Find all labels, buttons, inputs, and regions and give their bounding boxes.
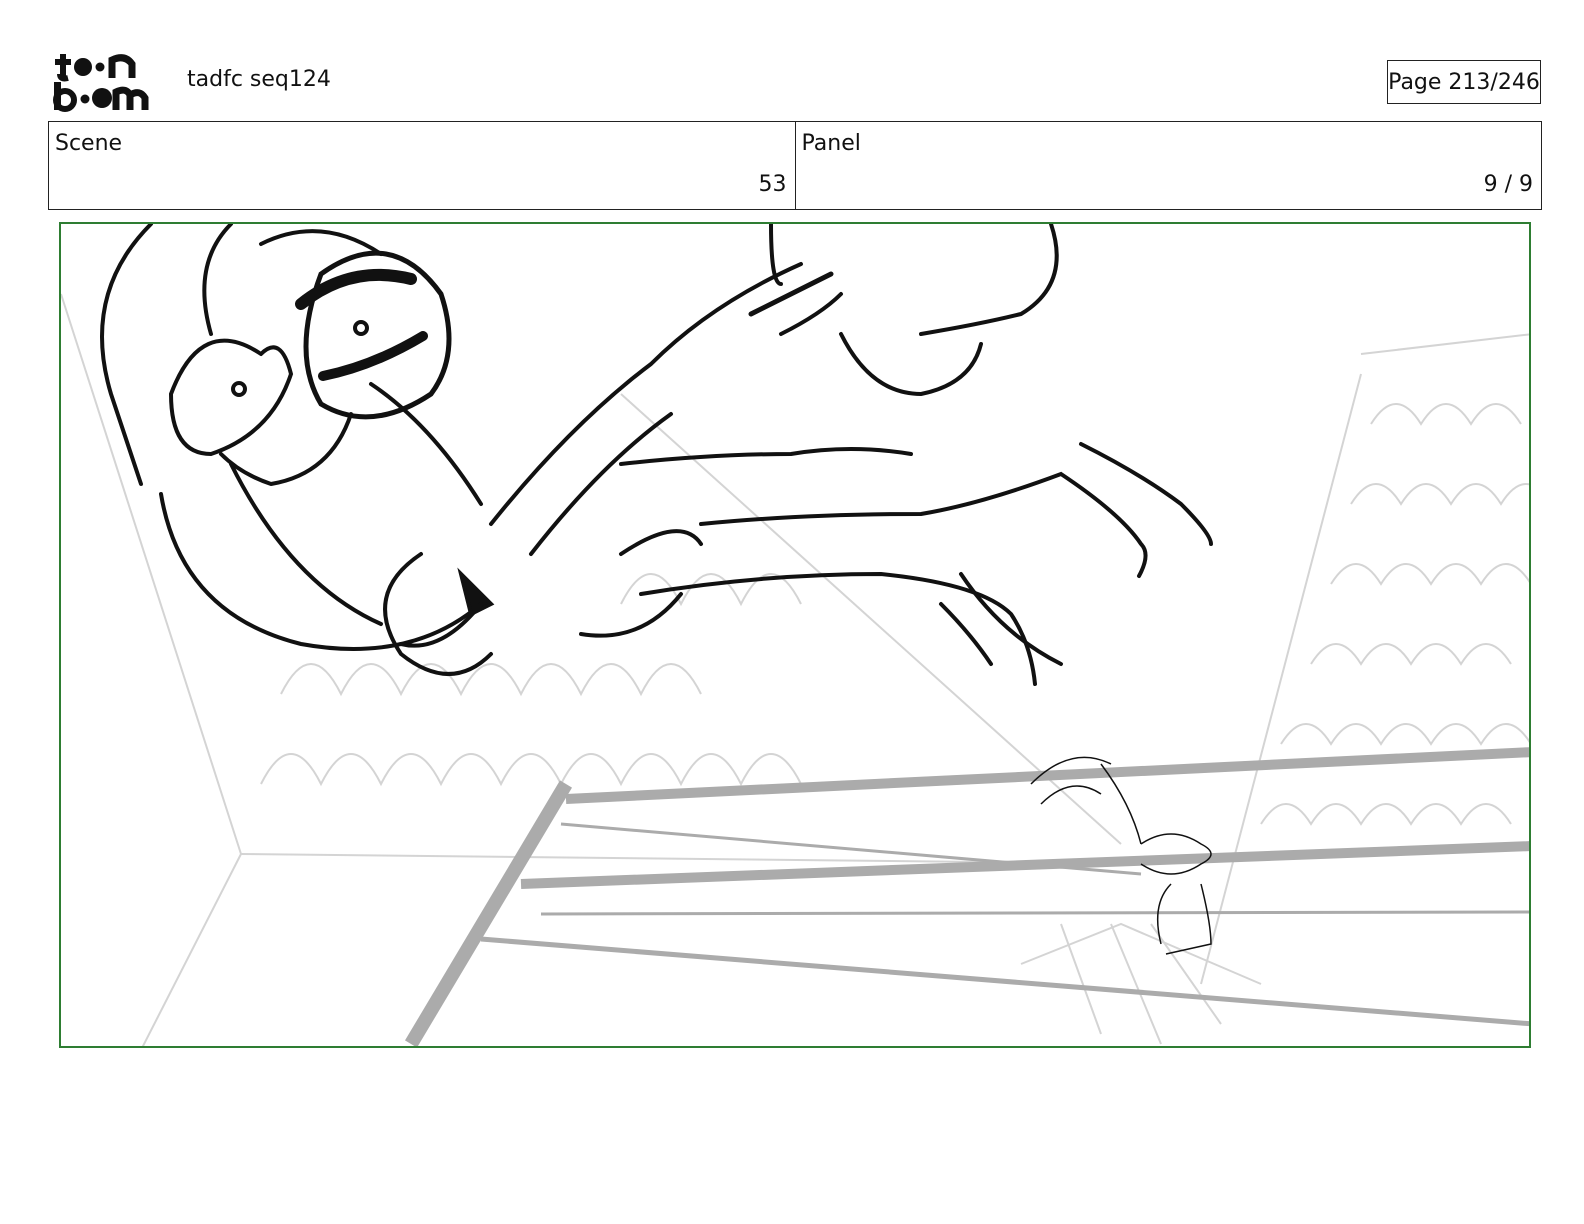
scene-panel-info: Scene 53 Panel 9 / 9 xyxy=(48,121,1542,210)
panel-cell: Panel 9 / 9 xyxy=(794,122,1542,209)
wrestling-ring xyxy=(404,747,1529,1046)
main-character-sketch xyxy=(100,224,1213,686)
storyboard-sketch xyxy=(61,224,1529,1046)
toon-boom-logo xyxy=(53,54,149,112)
scene-cell: Scene 53 xyxy=(49,122,795,209)
background-crowd-sketch xyxy=(61,293,1529,1046)
scene-label: Scene xyxy=(55,131,123,156)
page-indicator: Page 213/246 xyxy=(1387,60,1541,104)
panel-label: Panel xyxy=(801,131,861,156)
panel-number: 9 / 9 xyxy=(1483,172,1533,197)
scene-number: 53 xyxy=(758,172,787,197)
document-title: tadfc seq124 xyxy=(187,67,331,92)
storyboard-panel xyxy=(59,222,1531,1048)
